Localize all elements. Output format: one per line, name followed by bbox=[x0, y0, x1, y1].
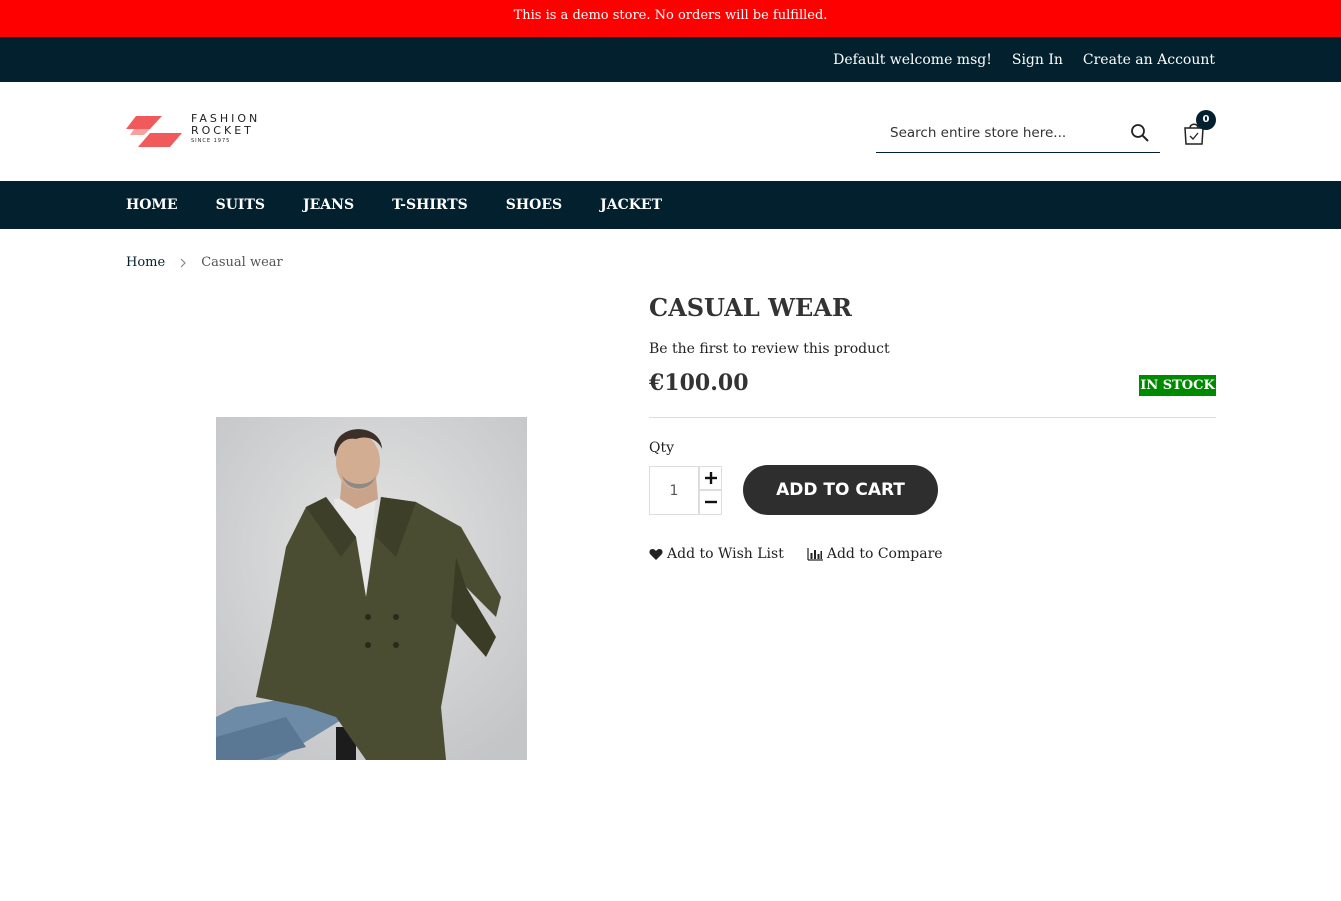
product-actions: Add to Wish List Add to Compare bbox=[649, 546, 966, 562]
mini-cart[interactable]: 0 bbox=[1181, 110, 1217, 148]
qty-label: Qty bbox=[649, 440, 675, 456]
nav-item-suits[interactable]: SUITS bbox=[216, 197, 265, 213]
logo-text: FASHION ROCKET SINCE 1975 bbox=[191, 113, 260, 146]
cart-count-badge: 0 bbox=[1196, 110, 1216, 130]
top-bar: Default welcome msg! Sign In Create an A… bbox=[0, 37, 1341, 82]
search-input[interactable] bbox=[876, 114, 1116, 152]
heart-icon bbox=[649, 548, 663, 560]
nav-item-shoes[interactable]: SHOES bbox=[506, 197, 562, 213]
add-to-wishlist-link[interactable]: Add to Wish List bbox=[649, 546, 784, 562]
wishlist-label: Add to Wish List bbox=[667, 546, 784, 562]
stock-status-badge: IN STOCK bbox=[1139, 375, 1216, 396]
create-account-link[interactable]: Create an Account bbox=[1083, 52, 1215, 68]
breadcrumb-home[interactable]: Home bbox=[126, 255, 165, 270]
logo-line-3: SINCE 1975 bbox=[191, 138, 231, 144]
logo-line-2: ROCKET bbox=[191, 124, 254, 137]
nav-item-home[interactable]: HOME bbox=[126, 197, 178, 213]
store-logo[interactable]: FASHION ROCKET SINCE 1975 bbox=[126, 110, 271, 150]
welcome-message: Default welcome msg! bbox=[833, 51, 992, 68]
compare-label: Add to Compare bbox=[826, 546, 943, 562]
divider bbox=[649, 417, 1216, 418]
product-title: CASUAL WEAR bbox=[649, 293, 852, 322]
qty-increase-button[interactable] bbox=[699, 466, 722, 490]
search-box bbox=[876, 114, 1160, 153]
product-photo bbox=[216, 417, 527, 760]
top-links: Default welcome msg! Sign In Create an A… bbox=[833, 37, 1215, 82]
product-price: €100.00 bbox=[649, 370, 749, 396]
review-link[interactable]: Be the first to review this product bbox=[649, 341, 890, 357]
sign-in-link[interactable]: Sign In bbox=[1012, 52, 1063, 68]
breadcrumb: Home Casual wear bbox=[126, 255, 283, 270]
main-navigation: HOME SUITS JEANS T-SHIRTS SHOES JACKET bbox=[0, 181, 1341, 229]
qty-decrease-button[interactable] bbox=[699, 490, 722, 515]
nav-item-jacket[interactable]: JACKET bbox=[600, 197, 662, 213]
qty-input[interactable] bbox=[649, 466, 699, 515]
search-icon[interactable] bbox=[1130, 123, 1150, 143]
nav-item-jeans[interactable]: JEANS bbox=[303, 197, 354, 213]
breadcrumb-current: Casual wear bbox=[201, 255, 283, 270]
logo-mark-icon bbox=[126, 116, 182, 147]
product-image[interactable] bbox=[216, 417, 527, 760]
nav-item-t-shirts[interactable]: T-SHIRTS bbox=[392, 197, 468, 213]
demo-store-notice: This is a demo store. No orders will be … bbox=[0, 0, 1341, 37]
plus-icon bbox=[705, 472, 717, 484]
bar-chart-icon bbox=[807, 547, 823, 561]
chevron-right-icon bbox=[180, 258, 187, 267]
add-to-compare-link[interactable]: Add to Compare bbox=[807, 546, 943, 562]
header: FASHION ROCKET SINCE 1975 0 bbox=[0, 82, 1341, 181]
add-to-cart-button[interactable]: ADD TO CART bbox=[743, 465, 938, 515]
minus-icon bbox=[705, 500, 717, 504]
